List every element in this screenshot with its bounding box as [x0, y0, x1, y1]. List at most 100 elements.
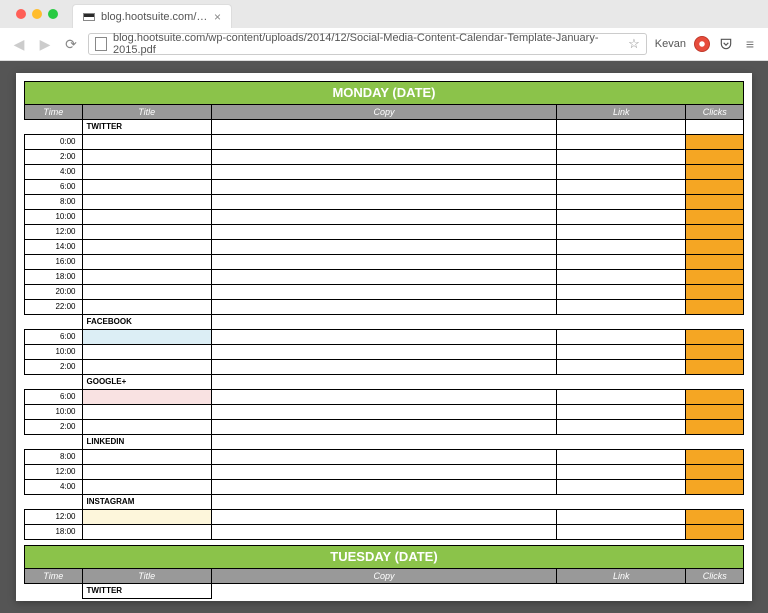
title-cell [82, 165, 211, 180]
col-copy: Copy [211, 569, 556, 584]
copy-cell [211, 345, 556, 360]
address-bar[interactable]: blog.hootsuite.com/wp-content/uploads/20… [88, 33, 647, 55]
table-row: 18:00 [25, 525, 744, 540]
copy-cell [211, 270, 556, 285]
title-cell [82, 525, 211, 540]
col-time: Time [25, 569, 83, 584]
browser-chrome: blog.hootsuite.com/wp-co × ◀ ▶ ⟳ blog.ho… [0, 0, 768, 61]
clicks-cell [686, 210, 744, 225]
extension-icon[interactable] [694, 36, 710, 52]
time-cell: 2:00 [25, 150, 83, 165]
pdf-page: MONDAY (DATE) Time Title Copy Link Click… [16, 73, 752, 601]
link-cell [557, 450, 686, 465]
copy-cell [211, 360, 556, 375]
back-button[interactable]: ◀ [10, 35, 28, 53]
copy-cell [211, 300, 556, 315]
maximize-window-button[interactable] [48, 9, 58, 19]
clicks-cell [686, 450, 744, 465]
table-row: 6:00 [25, 330, 744, 345]
title-cell [82, 270, 211, 285]
time-cell: 12:00 [25, 465, 83, 480]
close-window-button[interactable] [16, 9, 26, 19]
table-row: 16:00 [25, 255, 744, 270]
time-cell: 8:00 [25, 450, 83, 465]
link-cell [557, 255, 686, 270]
time-cell: 20:00 [25, 285, 83, 300]
time-cell: 6:00 [25, 180, 83, 195]
clicks-cell [686, 180, 744, 195]
table-row: 12:00 [25, 225, 744, 240]
clicks-cell [686, 165, 744, 180]
clicks-cell [686, 390, 744, 405]
time-cell: 16:00 [25, 255, 83, 270]
col-title: Title [82, 105, 211, 120]
table-row: 10:00 [25, 405, 744, 420]
copy-cell [211, 135, 556, 150]
clicks-cell [686, 240, 744, 255]
clicks-cell [686, 255, 744, 270]
minimize-window-button[interactable] [32, 9, 42, 19]
time-cell: 12:00 [25, 225, 83, 240]
hamburger-menu-icon[interactable]: ≡ [742, 36, 758, 52]
col-title: Title [82, 569, 211, 584]
section-googleplus: GOOGLE+ [82, 375, 211, 390]
time-cell: 10:00 [25, 405, 83, 420]
tab-bar: blog.hootsuite.com/wp-co × [0, 0, 768, 28]
clicks-cell [686, 480, 744, 495]
bookmark-star-icon[interactable]: ☆ [628, 36, 640, 52]
copy-cell [211, 180, 556, 195]
table-row: 6:00 [25, 180, 744, 195]
title-cell [82, 330, 211, 345]
copy-cell [211, 330, 556, 345]
section-facebook: FACEBOOK [82, 315, 211, 330]
title-cell [82, 210, 211, 225]
title-cell [82, 150, 211, 165]
copy-cell [211, 225, 556, 240]
forward-button[interactable]: ▶ [36, 35, 54, 53]
link-cell [557, 225, 686, 240]
title-cell [82, 285, 211, 300]
close-tab-icon[interactable]: × [214, 10, 221, 24]
clicks-cell [686, 285, 744, 300]
link-cell [557, 210, 686, 225]
link-cell [557, 180, 686, 195]
title-cell [82, 480, 211, 495]
table-row: 18:00 [25, 270, 744, 285]
page-icon [95, 37, 107, 51]
link-cell [557, 195, 686, 210]
pocket-icon[interactable] [718, 36, 734, 52]
copy-cell [211, 255, 556, 270]
table-row: 6:00 [25, 390, 744, 405]
copy-cell [211, 405, 556, 420]
table-row: 2:00 [25, 150, 744, 165]
url-text: blog.hootsuite.com/wp-content/uploads/20… [113, 32, 628, 56]
clicks-cell [686, 405, 744, 420]
copy-cell [211, 210, 556, 225]
clicks-cell [686, 420, 744, 435]
section-linkedin: LINKEDIN [82, 435, 211, 450]
clicks-cell [686, 150, 744, 165]
table-row: 4:00 [25, 165, 744, 180]
pdf-viewer: MONDAY (DATE) Time Title Copy Link Click… [0, 61, 768, 613]
col-clicks: Clicks [686, 569, 744, 584]
link-cell [557, 390, 686, 405]
title-cell [82, 450, 211, 465]
time-cell: 10:00 [25, 210, 83, 225]
time-cell: 6:00 [25, 330, 83, 345]
calendar-table: MONDAY (DATE) Time Title Copy Link Click… [24, 81, 744, 599]
time-cell: 10:00 [25, 345, 83, 360]
browser-tab[interactable]: blog.hootsuite.com/wp-co × [72, 4, 232, 28]
table-row: 22:00 [25, 300, 744, 315]
reload-button[interactable]: ⟳ [62, 35, 80, 53]
section-instagram: INSTAGRAM [82, 495, 211, 510]
clicks-cell [686, 525, 744, 540]
copy-cell [211, 240, 556, 255]
link-cell [557, 360, 686, 375]
profile-name[interactable]: Kevan [655, 38, 686, 50]
title-cell [82, 405, 211, 420]
tab-title: blog.hootsuite.com/wp-co [101, 11, 210, 23]
toolbar: ◀ ▶ ⟳ blog.hootsuite.com/wp-content/uplo… [0, 28, 768, 60]
link-cell [557, 480, 686, 495]
link-cell [557, 330, 686, 345]
clicks-cell [686, 195, 744, 210]
